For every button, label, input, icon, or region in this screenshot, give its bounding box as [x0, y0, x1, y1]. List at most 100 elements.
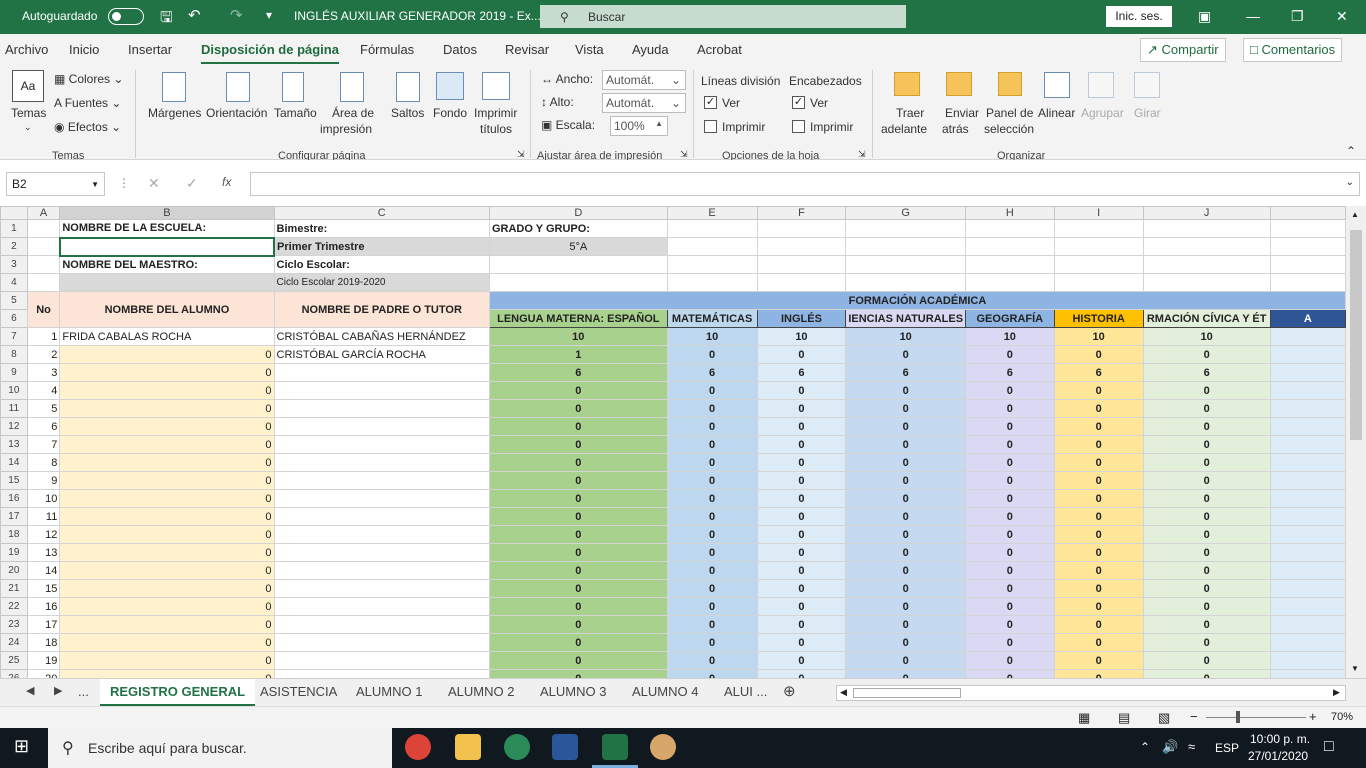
spinner-icon[interactable]: ▲: [655, 119, 663, 128]
grade-cell[interactable]: 0: [1053, 651, 1144, 670]
grade-cell[interactable]: 0: [1053, 417, 1144, 436]
student-name-cell[interactable]: 0: [59, 345, 275, 364]
cell[interactable]: [1269, 579, 1346, 598]
column-header[interactable]: D: [488, 206, 668, 220]
grade-cell[interactable]: 0: [488, 435, 668, 454]
no-cell[interactable]: 15: [26, 579, 61, 598]
no-cell[interactable]: 8: [26, 453, 61, 472]
grade-cell[interactable]: 0: [1142, 633, 1271, 652]
grade-cell[interactable]: 0: [965, 615, 1055, 634]
student-name-cell[interactable]: FRIDA CABALAS ROCHA: [59, 327, 275, 346]
grade-cell[interactable]: 0: [845, 507, 967, 526]
row-header[interactable]: 3: [0, 255, 28, 274]
more-sheets-button[interactable]: ...: [78, 684, 89, 699]
worksheet-grid[interactable]: A B C D E F G H I J 1 NOMBRE DE LA ESCUE…: [0, 206, 1346, 678]
column-header[interactable]: G: [845, 206, 967, 220]
expand-icon[interactable]: ⌄: [1346, 177, 1354, 188]
tutor-name-cell[interactable]: [273, 381, 490, 400]
subject-header[interactable]: IENCIAS NATURALES: [845, 309, 967, 328]
background-button[interactable]: Fondo: [433, 106, 467, 120]
print-titles-label2[interactable]: títulos: [480, 122, 512, 136]
grade-cell[interactable]: 0: [1053, 561, 1144, 580]
app-u-icon[interactable]: [504, 734, 530, 760]
grade-cell[interactable]: 0: [666, 399, 758, 418]
bring-forward-label2[interactable]: adelante: [881, 122, 927, 136]
zoom-slider[interactable]: [1206, 717, 1306, 718]
grado-label-cell[interactable]: GRADO Y GRUPO:: [488, 219, 668, 238]
cell[interactable]: [666, 273, 758, 292]
tutor-name-cell[interactable]: [273, 363, 490, 382]
gridlines-print-checkbox[interactable]: [704, 120, 717, 133]
tutor-name-cell[interactable]: [273, 579, 490, 598]
grade-cell[interactable]: 0: [965, 507, 1055, 526]
grade-cell[interactable]: 0: [756, 471, 847, 490]
file-explorer-icon[interactable]: [455, 734, 481, 760]
scale-input[interactable]: 100% ▲: [610, 116, 668, 136]
grade-cell[interactable]: 0: [666, 471, 758, 490]
row-header[interactable]: 22: [0, 597, 28, 616]
size-button[interactable]: Tamaño: [274, 106, 317, 120]
row-header[interactable]: 26: [0, 669, 28, 678]
grade-cell[interactable]: 0: [756, 543, 847, 562]
orientation-button[interactable]: Orientación: [206, 106, 267, 120]
grade-cell[interactable]: 0: [965, 345, 1055, 364]
row-header[interactable]: 18: [0, 525, 28, 544]
grade-cell[interactable]: 0: [756, 453, 847, 472]
grade-cell[interactable]: 0: [845, 345, 967, 364]
grade-cell[interactable]: 0: [965, 525, 1055, 544]
minimize-icon[interactable]: —: [1246, 8, 1260, 24]
grade-cell[interactable]: 0: [666, 417, 758, 436]
grade-cell[interactable]: 0: [1142, 417, 1271, 436]
grade-cell[interactable]: 10: [965, 327, 1055, 346]
no-cell[interactable]: 11: [26, 507, 61, 526]
cell[interactable]: [1142, 237, 1271, 256]
grade-cell[interactable]: 0: [845, 489, 967, 508]
undo-icon[interactable]: ↶: [188, 6, 201, 24]
tab-revisar[interactable]: Revisar: [505, 42, 549, 57]
no-cell[interactable]: 10: [26, 489, 61, 508]
grade-cell[interactable]: 0: [756, 633, 847, 652]
grade-cell[interactable]: 0: [965, 489, 1055, 508]
tab-acrobat[interactable]: Acrobat: [697, 42, 742, 57]
redo-icon[interactable]: ↷: [230, 6, 243, 24]
grade-cell[interactable]: 6: [666, 363, 758, 382]
tutor-name-cell[interactable]: [273, 525, 490, 544]
cell[interactable]: [1269, 219, 1346, 238]
bring-forward-icon[interactable]: [894, 72, 920, 96]
dialog-launcher-icon[interactable]: ⇲: [858, 149, 866, 160]
cell[interactable]: [1269, 399, 1346, 418]
height-select[interactable]: Automát. ⌄: [602, 93, 686, 113]
grade-cell[interactable]: 0: [666, 381, 758, 400]
row-header[interactable]: 24: [0, 633, 28, 652]
cell[interactable]: [26, 237, 61, 256]
tab-vista[interactable]: Vista: [575, 42, 604, 57]
subject-header[interactable]: MATEMÁTICAS: [666, 309, 758, 328]
grade-cell[interactable]: 0: [488, 489, 668, 508]
grade-cell[interactable]: 0: [845, 471, 967, 490]
grade-cell[interactable]: 0: [1142, 561, 1271, 580]
grade-cell[interactable]: 0: [488, 615, 668, 634]
cell[interactable]: [1269, 363, 1346, 382]
cell[interactable]: [1269, 435, 1346, 454]
grade-cell[interactable]: 0: [1053, 633, 1144, 652]
ciclo-label-cell[interactable]: Ciclo Escolar:: [273, 255, 490, 274]
row-header[interactable]: 8: [0, 345, 28, 364]
tutor-name-cell[interactable]: [273, 399, 490, 418]
grade-cell[interactable]: 0: [666, 525, 758, 544]
bring-forward-label1[interactable]: Traer: [896, 106, 924, 120]
grade-cell[interactable]: 0: [1053, 471, 1144, 490]
grade-cell[interactable]: 0: [845, 579, 967, 598]
cell[interactable]: [965, 255, 1055, 274]
grupo-cell[interactable]: 5°A: [488, 237, 668, 256]
grade-cell[interactable]: 0: [488, 507, 668, 526]
trimestre-cell[interactable]: Primer Trimestre: [273, 237, 490, 256]
cell[interactable]: [1269, 237, 1346, 256]
tab-inicio[interactable]: Inicio: [69, 42, 99, 57]
tutor-name-cell[interactable]: [273, 453, 490, 472]
grade-cell[interactable]: 0: [1053, 669, 1144, 678]
student-name-cell[interactable]: 0: [59, 471, 275, 490]
no-cell[interactable]: 2: [26, 345, 61, 364]
grade-cell[interactable]: 0: [845, 669, 967, 678]
grade-cell[interactable]: 6: [1053, 363, 1144, 382]
grade-cell[interactable]: 0: [845, 399, 967, 418]
